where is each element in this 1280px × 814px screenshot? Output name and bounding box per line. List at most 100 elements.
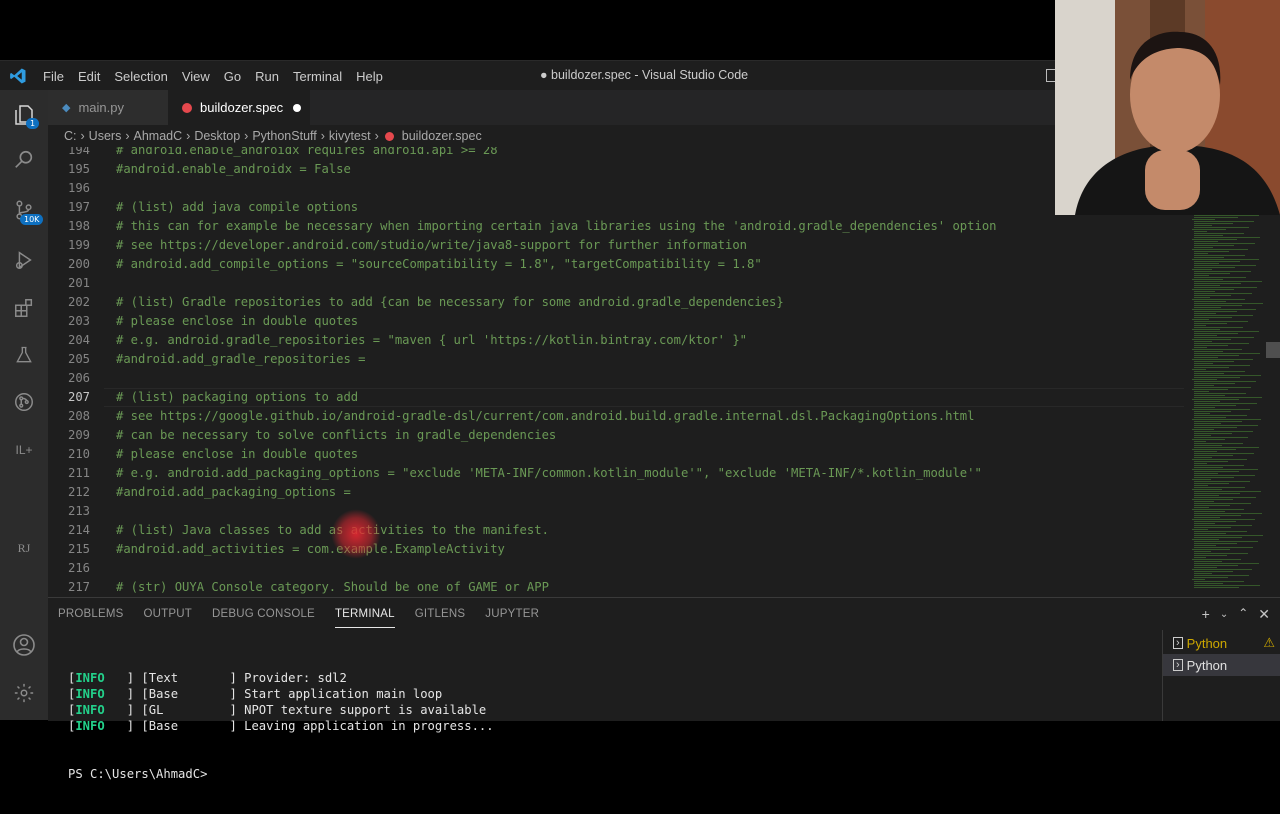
code-line[interactable]: 212 #android.add_packaging_options = (48, 483, 1188, 502)
minimap-line (1194, 431, 1253, 432)
minimap-line (1194, 497, 1256, 498)
code-line[interactable]: 211 # e.g. android.add_packaging_options … (48, 464, 1188, 483)
breadcrumb-drive[interactable]: C: (64, 129, 77, 143)
code-line[interactable]: 208 # see https://google.github.io/androi… (48, 407, 1188, 426)
menu-go[interactable]: Go (224, 69, 241, 84)
breadcrumb-pythonstuff[interactable]: PythonStuff (252, 129, 316, 143)
line-number: 201 (67, 276, 90, 290)
code-line[interactable]: 199 # see https://developer.android.com/s… (48, 236, 1188, 255)
breadcrumb-desktop[interactable]: Desktop (194, 129, 240, 143)
gitlens-icon[interactable] (0, 382, 48, 422)
tab-debug-console[interactable]: DEBUG CONSOLE (212, 601, 315, 627)
code-text[interactable]: # (list) Gradle repositories to add {can… (116, 293, 784, 312)
minimap-line (1194, 547, 1253, 548)
code-text[interactable]: # can be necessary to solve conflicts in… (116, 426, 556, 445)
minimap-line (1194, 293, 1252, 294)
code-line[interactable]: 210 # please enclose in double quotes (48, 445, 1188, 464)
menu-file[interactable]: File (43, 69, 64, 84)
code-line[interactable]: 205 #android.add_gradle_repositories = (48, 350, 1188, 369)
breadcrumb-users[interactable]: Users (89, 129, 122, 143)
terminal-item-python-1[interactable]: › Python ⚠ (1163, 632, 1280, 654)
code-text[interactable]: # (list) add java compile options (116, 198, 358, 217)
minimap-line (1192, 559, 1241, 560)
code-text[interactable]: #android.add_activities = com.example.Ex… (116, 540, 505, 559)
breadcrumb-kivytest[interactable]: kivytest (329, 129, 371, 143)
code-text[interactable]: # e.g. android.add_packaging_options = "… (116, 464, 982, 483)
code-line[interactable]: 198 # this can for example be necessary w… (48, 217, 1188, 236)
code-line[interactable]: 196 (48, 179, 1188, 198)
new-terminal-icon[interactable]: + (1202, 606, 1210, 623)
editor-scrollbar[interactable] (1266, 342, 1280, 358)
extensions-icon[interactable] (0, 288, 48, 328)
minimap-line (1194, 585, 1260, 586)
explorer-icon[interactable]: 1 (0, 95, 48, 135)
menu-selection[interactable]: Selection (114, 69, 167, 84)
tab-terminal[interactable]: TERMINAL (334, 601, 395, 628)
code-line[interactable]: 206 (48, 369, 1188, 388)
code-line[interactable]: 200 # android.add_compile_options = "sour… (48, 255, 1188, 274)
code-line[interactable]: 202 # (list) Gradle repositories to add {… (48, 293, 1188, 312)
menu-help[interactable]: Help (356, 69, 383, 84)
close-panel-icon[interactable]: ✕ (1258, 606, 1270, 623)
code-text[interactable]: # please enclose in double quotes (116, 445, 358, 464)
account-icon[interactable] (0, 625, 48, 665)
minimap-line (1192, 539, 1219, 540)
code-text[interactable]: #android.enable_androidx = False (116, 160, 351, 179)
code-text[interactable]: # see https://google.github.io/android-g… (116, 407, 975, 426)
code-line[interactable]: 213 (48, 502, 1188, 521)
terminal-item-python-2[interactable]: › Python (1163, 654, 1280, 676)
unsaved-dot-icon[interactable] (293, 103, 302, 112)
tab-main-py[interactable]: ◆ main.py (48, 90, 168, 125)
breadcrumb-file[interactable]: buildozer.spec (402, 129, 482, 143)
minimap-line (1194, 411, 1231, 412)
code-line[interactable]: 217 # (str) OUYA Console category. Should… (48, 578, 1188, 597)
il-extension-icon[interactable]: IL+ (0, 430, 48, 470)
code-line[interactable]: 215 #android.add_activities = com.example… (48, 540, 1188, 559)
minimap-line (1194, 391, 1209, 392)
code-text[interactable]: #android.add_packaging_options = (116, 483, 351, 502)
minimap-line (1194, 423, 1221, 424)
tab-buildozer-spec[interactable]: buildozer.spec (168, 90, 310, 125)
tab-gitlens[interactable]: GITLENS (415, 601, 466, 627)
chevron-right-icon: › (125, 129, 130, 143)
source-control-icon[interactable]: 10K (0, 190, 48, 230)
terminal-output[interactable]: [INFO ] [Text ] Provider: sdl2 [INFO ] [B… (68, 638, 494, 814)
code-line[interactable]: 194 # android.enable_androidx requires an… (48, 147, 1188, 160)
code-line[interactable]: 207 # (list) packaging options to add (48, 388, 1188, 407)
code-text[interactable]: # (list) packaging options to add (116, 388, 358, 407)
code-line[interactable]: 209 # can be necessary to solve conflicts… (48, 426, 1188, 445)
code-text[interactable]: # android.add_compile_options = "sourceC… (116, 255, 762, 274)
code-text[interactable]: # android.enable_androidx requires andro… (116, 147, 498, 160)
code-line[interactable]: 197 # (list) add java compile options (48, 198, 1188, 217)
line-number: 215 (67, 542, 90, 556)
menu-view[interactable]: View (182, 69, 210, 84)
code-text[interactable]: #android.add_gradle_repositories = (116, 350, 365, 369)
code-text[interactable]: # (str) OUYA Console category. Should be… (116, 578, 549, 597)
code-line[interactable]: 214# (list) Java classes to add as activ… (48, 521, 1188, 540)
code-text[interactable]: # this can for example be necessary when… (116, 217, 997, 236)
maximize-panel-icon[interactable]: ⌃ (1238, 606, 1248, 623)
testing-flask-icon[interactable] (0, 335, 48, 375)
code-text[interactable]: # please enclose in double quotes (116, 312, 358, 331)
chevron-down-icon[interactable]: ⌄ (1220, 609, 1228, 623)
tab-jupyter[interactable]: JUPYTER (485, 601, 539, 627)
code-line[interactable]: 201 (48, 274, 1188, 293)
line-number: 202 (67, 295, 90, 309)
breadcrumb-user[interactable]: AhmadC (134, 129, 183, 143)
minimap-line (1194, 533, 1226, 534)
menu-terminal[interactable]: Terminal (293, 69, 342, 84)
code-line[interactable]: 203 # please enclose in double quotes (48, 312, 1188, 331)
tab-output[interactable]: OUTPUT (144, 601, 192, 627)
code-text[interactable]: # see https://developer.android.com/stud… (116, 236, 747, 255)
run-debug-icon[interactable] (0, 240, 48, 280)
rj-extension-icon[interactable]: RJ (0, 528, 48, 568)
code-line[interactable]: 204 # e.g. android.gradle_repositories = … (48, 331, 1188, 350)
settings-gear-icon[interactable] (0, 673, 48, 713)
tab-problems[interactable]: PROBLEMS (58, 601, 124, 627)
code-text[interactable]: # e.g. android.gradle_repositories = "ma… (116, 331, 747, 350)
menu-edit[interactable]: Edit (78, 69, 100, 84)
search-icon[interactable] (0, 140, 48, 180)
menu-run[interactable]: Run (255, 69, 279, 84)
code-line[interactable]: 195 #android.enable_androidx = False (48, 160, 1188, 179)
code-line[interactable]: 216 (48, 559, 1188, 578)
